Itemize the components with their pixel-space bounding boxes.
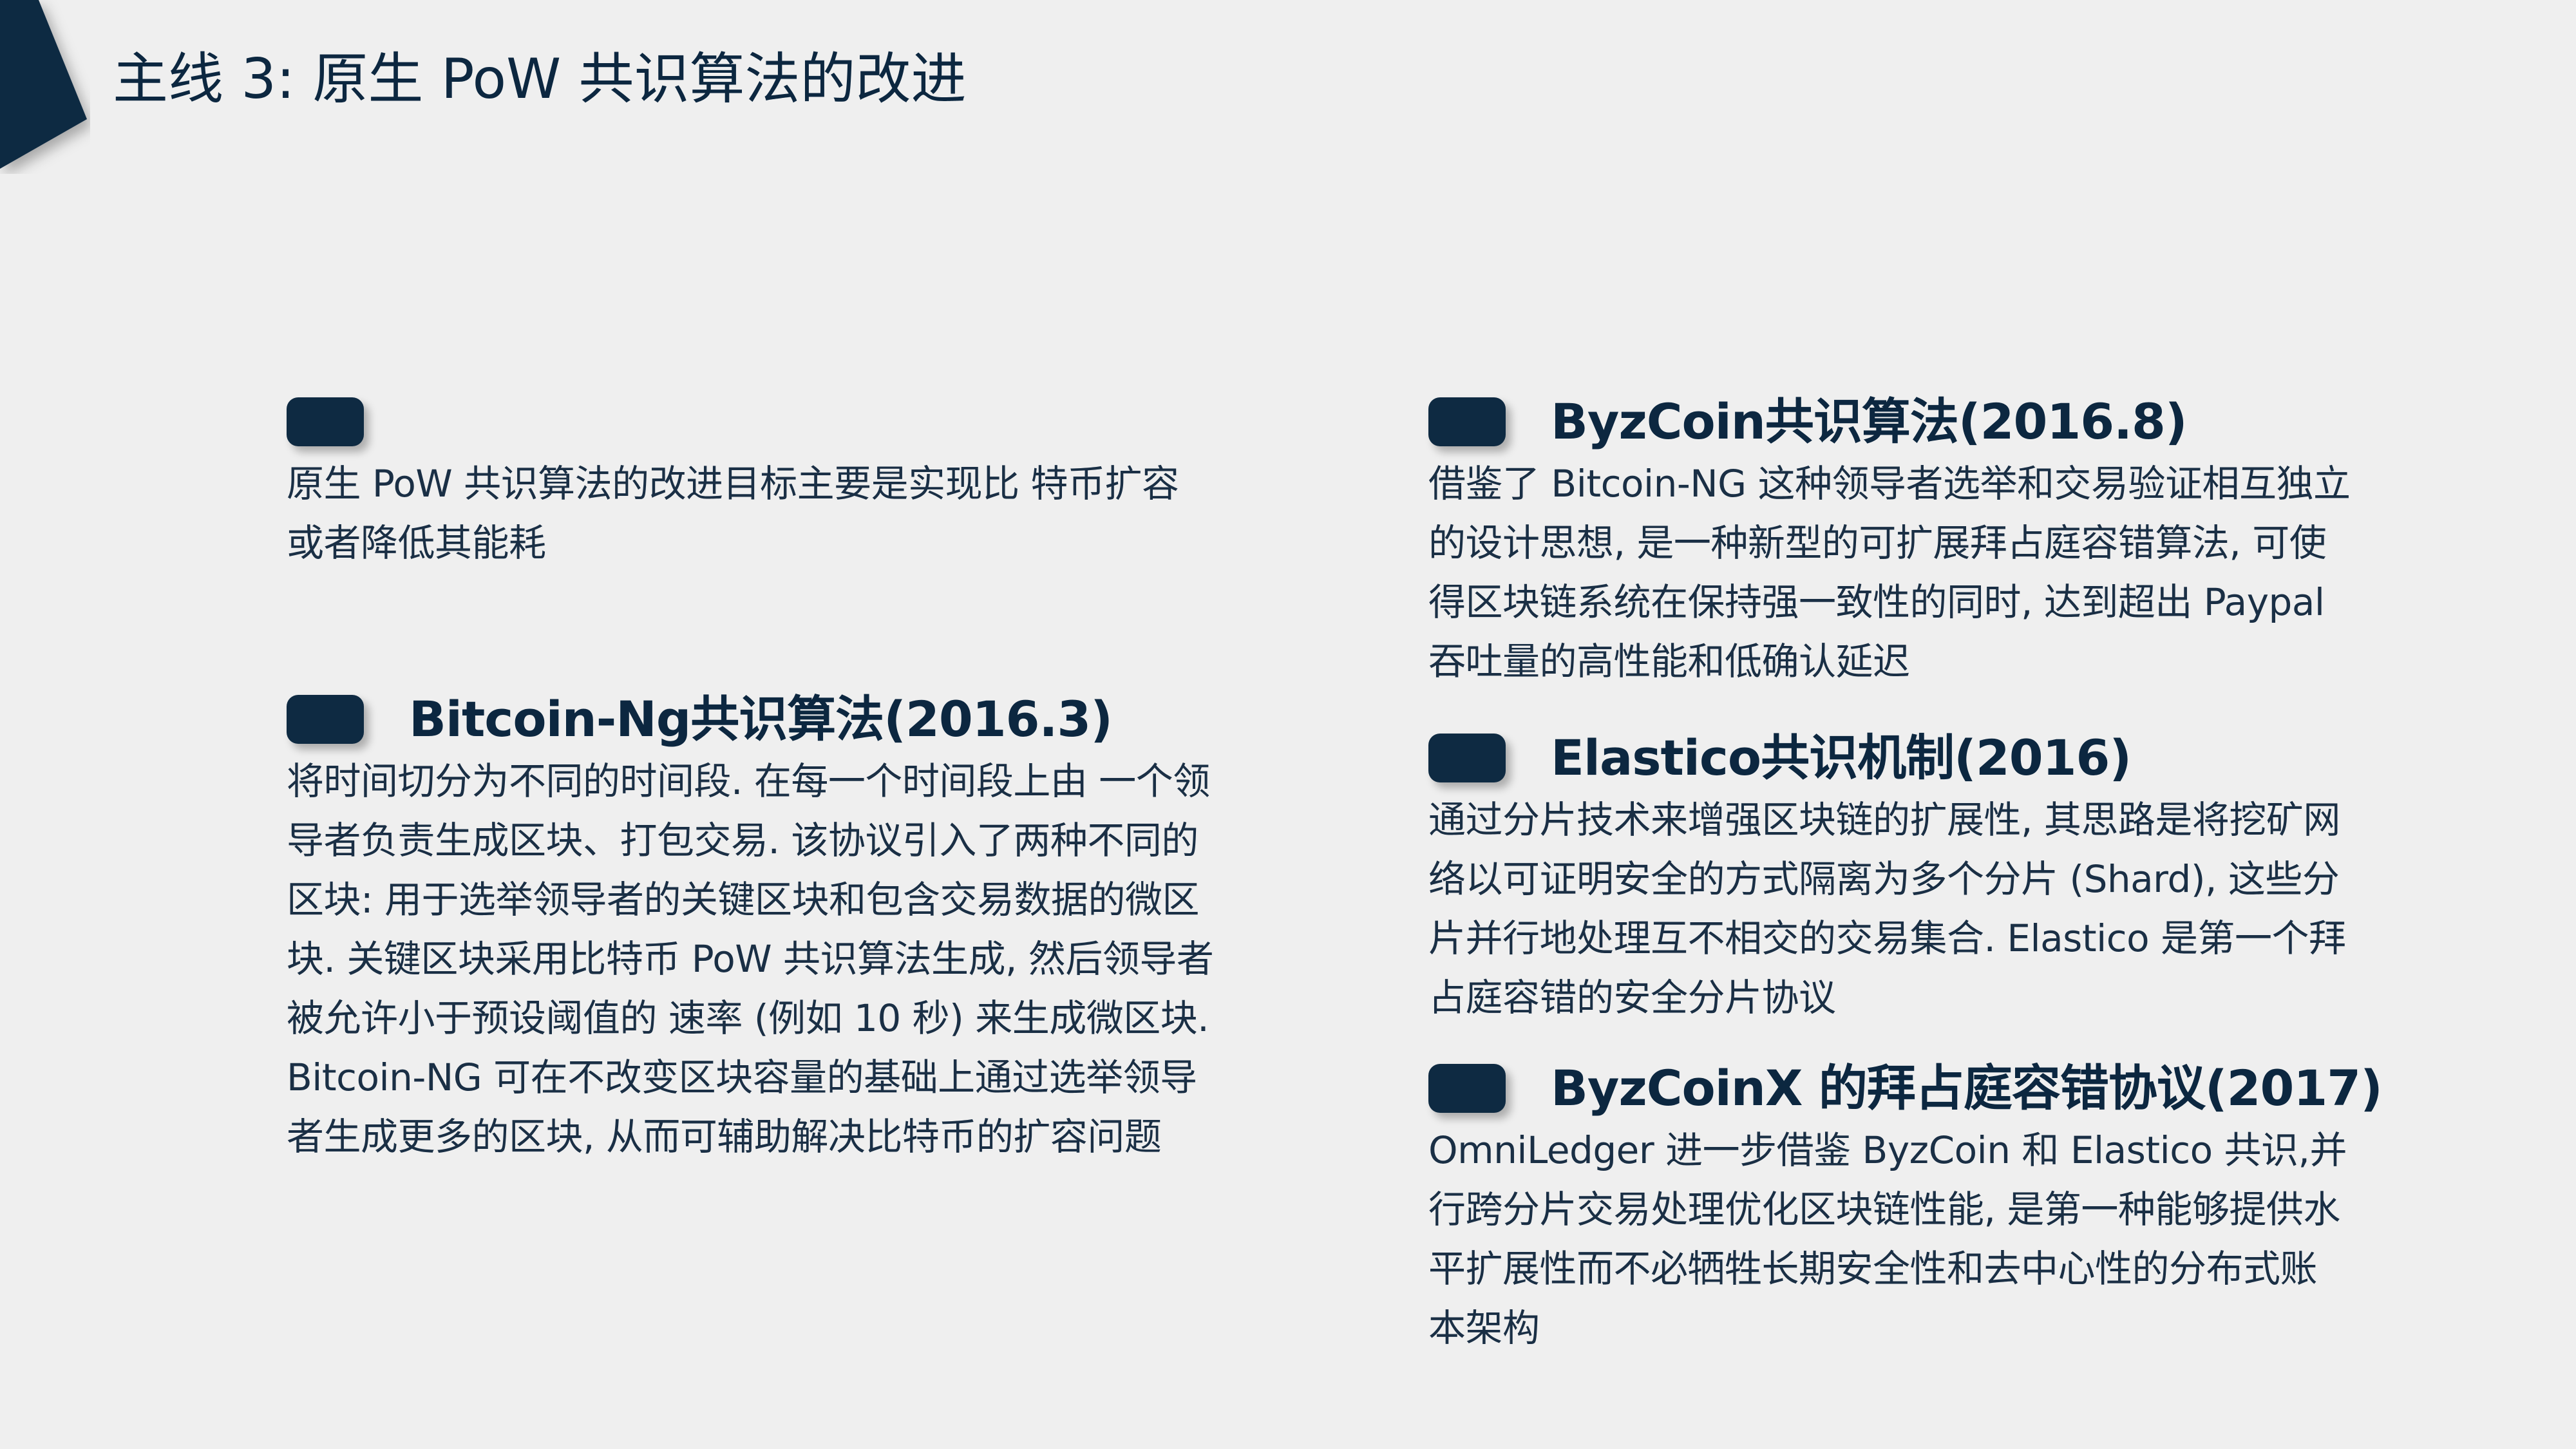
- bullet-marker: [287, 397, 364, 446]
- text-line: 占庭容错的安全分片协议: [1428, 976, 1836, 1019]
- text-line: 被允许小于预设阈值的 速率 (例如 10 秒) 来生成微区块.: [287, 996, 1209, 1040]
- byzcoinx-block: ByzCoinX 的拜占庭容错协议(2017) OmniLedger 进一步借鉴…: [1428, 1056, 2427, 1358]
- byzcoin-block: ByzCoin共识算法(2016.8) 借鉴了 Bitcoin-NG 这种领导者…: [1428, 390, 2427, 691]
- intro-block: 原生 PoW 共识算法的改进目标主要是实现比 特币扩容 或者降低其能耗: [287, 390, 1253, 573]
- bitcoin-ng-heading: Bitcoin-Ng共识算法(2016.3): [409, 690, 1113, 748]
- bullet-marker: [1428, 397, 1506, 446]
- byzcoin-text: 借鉴了 Bitcoin-NG 这种领导者选举和交易验证相互独立 的设计思想, 是…: [1428, 454, 2427, 691]
- byzcoinx-heading: ByzCoinX 的拜占庭容错协议(2017): [1551, 1059, 2383, 1117]
- text-line: Bitcoin-NG 可在不改变区块容量的基础上通过选举领导: [287, 1056, 1197, 1099]
- byzcoinx-header: ByzCoinX 的拜占庭容错协议(2017): [1428, 1056, 2427, 1121]
- intro-header: [287, 390, 1253, 454]
- text-line: 通过分片技术来增强区块链的扩展性, 其思路是将挖矿网: [1428, 798, 2340, 842]
- bullet-marker: [287, 695, 364, 744]
- text-line: 片并行地处理互不相交的交易集合. Elastico 是第一个拜: [1428, 916, 2346, 960]
- text-line: 者生成更多的区块, 从而可辅助解决比特币的扩容问题: [287, 1115, 1162, 1159]
- elastico-text: 通过分片技术来增强区块链的扩展性, 其思路是将挖矿网 络以可证明安全的方式隔离为…: [1428, 790, 2427, 1027]
- text-line: 借鉴了 Bitcoin-NG 这种领导者选举和交易验证相互独立: [1428, 462, 2351, 506]
- text-line: 或者降低其能耗: [287, 521, 546, 565]
- text-line: 平扩展性而不必牺牲长期安全性和去中心性的分布式账: [1428, 1247, 2318, 1291]
- bullet-marker: [1428, 734, 1506, 782]
- text-line: 块. 关键区块采用比特币 PoW 共识算法生成, 然后领导者: [287, 937, 1214, 981]
- elastico-header: Elastico共识机制(2016): [1428, 726, 2427, 790]
- elastico-block: Elastico共识机制(2016) 通过分片技术来增强区块链的扩展性, 其思路…: [1428, 726, 2427, 1027]
- text-line: 的设计思想, 是一种新型的可扩展拜占庭容错算法, 可使: [1428, 521, 2327, 565]
- bullet-marker: [1428, 1064, 1506, 1113]
- intro-text: 原生 PoW 共识算法的改进目标主要是实现比 特币扩容 或者降低其能耗: [287, 454, 1253, 573]
- byzcoinx-text: OmniLedger 进一步借鉴 ByzCoin 和 Elastico 共识,并…: [1428, 1121, 2427, 1358]
- text-line: 行跨分片交易处理优化区块链性能, 是第一种能够提供水: [1428, 1188, 2340, 1231]
- corner-decoration: [0, 0, 87, 169]
- bitcoin-ng-header: Bitcoin-Ng共识算法(2016.3): [287, 687, 1285, 752]
- text-line: 原生 PoW 共识算法的改进目标主要是实现比 特币扩容: [287, 462, 1179, 506]
- text-line: 得区块链系统在保持强一致性的同时, 达到超出 Paypal: [1428, 580, 2325, 624]
- byzcoin-heading: ByzCoin共识算法(2016.8): [1551, 393, 2188, 450]
- text-line: OmniLedger 进一步借鉴 ByzCoin 和 Elastico 共识,并: [1428, 1128, 2347, 1172]
- bitcoin-ng-block: Bitcoin-Ng共识算法(2016.3) 将时间切分为不同的时间段. 在每一…: [287, 687, 1285, 1166]
- text-line: 导者负责生成区块、打包交易. 该协议引入了两种不同的: [287, 819, 1198, 862]
- byzcoin-header: ByzCoin共识算法(2016.8): [1428, 390, 2427, 454]
- slide: 主线 3: 原生 PoW 共识算法的改进 原生 PoW 共识算法的改进目标主要是…: [0, 0, 2576, 1449]
- text-line: 本架构: [1428, 1306, 1540, 1350]
- text-line: 络以可证明安全的方式隔离为多个分片 (Shard), 这些分: [1428, 857, 2340, 901]
- text-line: 吞吐量的高性能和低确认延迟: [1428, 639, 1910, 683]
- slide-title: 主线 3: 原生 PoW 共识算法的改进: [113, 47, 967, 111]
- elastico-heading: Elastico共识机制(2016): [1551, 729, 2132, 786]
- text-line: 区块: 用于选举领导者的关键区块和包含交易数据的微区: [287, 878, 1199, 922]
- bitcoin-ng-text: 将时间切分为不同的时间段. 在每一个时间段上由 一个领 导者负责生成区块、打包交…: [287, 752, 1285, 1166]
- text-line: 将时间切分为不同的时间段. 在每一个时间段上由 一个领: [287, 759, 1210, 803]
